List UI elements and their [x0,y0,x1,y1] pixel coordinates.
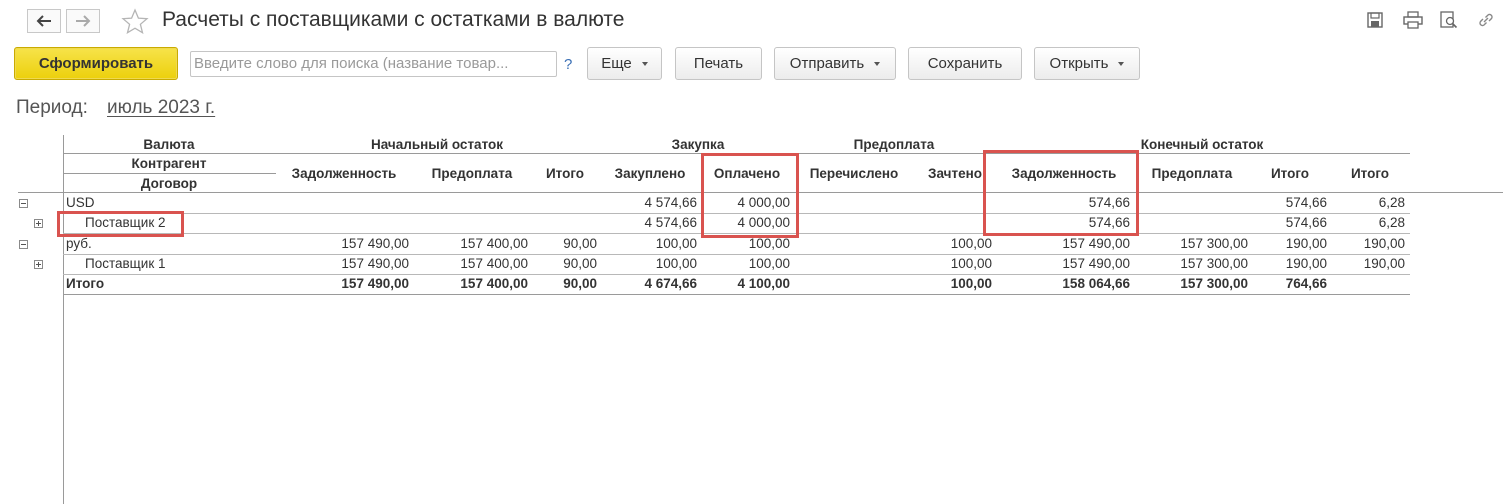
generate-button-label: Сформировать [38,55,154,72]
cell-value: 157 490,00 [1062,256,1130,271]
save-button-label: Сохранить [927,55,1003,72]
column-header: Итого [1270,166,1310,181]
row-label: руб. [66,236,92,251]
row-divider [63,294,1410,295]
period-value-link[interactable]: июль 2023 г. [107,97,215,119]
row-label: USD [66,195,95,210]
collapse-icon[interactable] [19,240,28,249]
cell-value: 190,00 [1363,236,1405,251]
preview-icon[interactable] [1440,11,1458,29]
back-button[interactable] [27,9,61,33]
link-icon[interactable] [1477,11,1495,29]
header-contract: Договор [140,176,198,191]
cell-value: 157 490,00 [1062,236,1130,251]
window-title: Расчеты с поставщиками с остатками в вал… [162,8,625,31]
cell-value: 157 490,00 [341,256,409,271]
cell-value: 100,00 [748,236,790,251]
column-header: Задолженность [291,166,397,181]
forward-button[interactable] [66,9,100,33]
column-header: Зачтено [928,166,982,181]
more-button-label: Еще [601,55,632,72]
collapse-icon[interactable] [19,199,28,208]
save-disk-icon[interactable] [1366,11,1384,29]
more-button[interactable]: Еще [587,47,662,80]
column-header: Предоплата [431,166,513,181]
highlight-paid-column [701,153,799,238]
search-input[interactable]: Введите слово для поиска (название товар… [190,51,557,77]
header-closing-balance: Конечный остаток [1140,137,1264,152]
period-label: Период: [16,97,88,118]
print-button[interactable]: Печать [675,47,762,80]
header-prepayment: Предоплата [853,137,935,152]
print-icon[interactable] [1403,11,1423,29]
arrow-left-icon [36,15,51,27]
send-button-label: Отправить [789,55,865,72]
column-header: Предоплата [1151,166,1233,181]
highlight-supplier-2 [57,211,184,237]
cell-value: 6,28 [1378,195,1405,210]
row-divider [63,254,1410,255]
row-divider [63,274,1410,275]
expand-icon[interactable] [34,260,43,269]
cell-value: 100,00 [748,256,790,271]
row-label: Поставщик 1 [85,256,166,271]
open-button[interactable]: Открыть [1034,47,1140,80]
cell-value: 157 490,00 [341,276,409,291]
send-button[interactable]: Отправить [774,47,896,80]
arrow-right-icon [76,15,91,27]
search-help-link[interactable]: ? [564,56,572,73]
cell-value: 100,00 [950,276,992,291]
column-header: Закуплено [614,166,686,181]
expand-icon[interactable] [34,219,43,228]
cell-value: 6,28 [1378,215,1405,230]
chevron-down-icon [874,61,881,66]
save-button[interactable]: Сохранить [908,47,1022,80]
column-header: Перечислено [809,166,899,181]
cell-value: 100,00 [950,256,992,271]
print-button-label: Печать [693,55,744,72]
chevron-down-icon [641,61,648,66]
cell-value: 4 100,00 [737,276,790,291]
column-header: Итого [1350,166,1390,181]
header-purchase: Закупка [671,137,725,152]
open-button-label: Открыть [1049,55,1109,72]
cell-value: 764,66 [1285,276,1327,291]
search-placeholder: Введите слово для поиска (название товар… [194,55,509,72]
cell-value: 158 064,66 [1062,276,1130,291]
favorite-star-icon[interactable] [121,8,149,34]
header-currency: Валюта [143,137,195,152]
header-divider [63,173,276,174]
highlight-closing-debt-column [983,150,1139,236]
tree-column-divider [63,135,64,504]
cell-value: 100,00 [950,236,992,251]
row-label: Итого [66,276,105,291]
chevron-down-icon [1118,61,1125,66]
cell-value: 157 490,00 [341,236,409,251]
generate-button[interactable]: Сформировать [14,47,178,80]
cell-value: 190,00 [1363,256,1405,271]
column-header: Итого [545,166,585,181]
header-counterparty: Контрагент [131,156,207,171]
header-opening-balance: Начальный остаток [370,137,504,152]
